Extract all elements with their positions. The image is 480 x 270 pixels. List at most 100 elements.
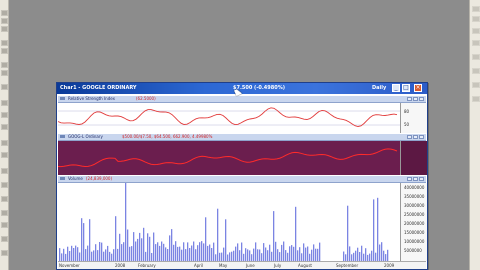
panel-maximize-icon[interactable] [413,135,418,139]
tool-icon[interactable] [1,10,8,16]
volume-bar [267,250,269,261]
volume-bar [207,245,209,261]
tool-icon[interactable] [1,84,8,90]
volume-panel-header: Volume (24,839,000) [58,176,426,183]
tool-icon[interactable] [472,16,480,22]
tool-icon[interactable] [1,18,8,24]
volume-bar [275,241,277,261]
collapse-icon[interactable] [60,177,65,180]
tool-icon[interactable] [1,182,8,188]
volume-bar [79,252,81,261]
tool-icon[interactable] [472,96,480,102]
panel-maximize-icon[interactable] [413,177,418,181]
volume-bar [71,245,73,261]
rsi-plot[interactable] [58,103,400,133]
volume-bar [189,248,191,261]
collapse-icon[interactable] [60,135,65,138]
tool-icon[interactable] [1,26,8,32]
volume-bar [379,244,381,261]
tool-icon[interactable] [1,210,8,216]
tool-icon[interactable] [472,6,480,12]
volume-bar [169,235,171,261]
volume-bar [117,248,119,261]
tool-icon[interactable] [1,48,8,54]
volume-bar [179,246,181,261]
volume-bar [159,245,161,261]
panel-close-icon[interactable] [419,135,424,139]
volume-bar [129,246,131,261]
volume-bar [103,251,105,261]
tool-icon[interactable] [1,236,8,242]
volume-bar [273,211,275,261]
tool-icon[interactable] [1,40,8,46]
tool-icon[interactable] [472,40,480,46]
tool-icon[interactable] [1,112,8,118]
volume-bar [149,236,151,261]
panel-minimize-icon[interactable] [407,97,412,101]
volume-bar [361,245,363,261]
date-label: November [59,263,80,268]
panel-close-icon[interactable] [419,97,424,101]
chart-titlebar[interactable]: Char1 - GOOGLE ORDINARY $7.500 (-0.4980%… [57,83,427,94]
date-label: 2008 [115,263,126,268]
panel-maximize-icon[interactable] [413,97,418,101]
tool-icon[interactable] [1,222,8,228]
collapse-icon[interactable] [60,97,65,100]
volume-bar [277,249,279,261]
tool-icon[interactable] [472,68,480,74]
volume-name: Volume [68,176,83,181]
volume-bar [143,227,145,261]
tool-icon[interactable] [1,140,8,146]
panel-minimize-icon[interactable] [407,135,412,139]
rsi-value: (62.5000) [136,96,156,101]
volume-bar [185,249,187,261]
volume-bar [353,252,355,261]
volume-axis-label: 25000000 [404,212,425,217]
tool-icon[interactable] [1,152,8,158]
tool-icon[interactable] [472,54,480,60]
price-plot[interactable] [58,141,400,175]
close-icon[interactable]: × [414,84,422,92]
minimize-icon[interactable]: _ [392,84,400,92]
date-label: June [246,263,255,268]
volume-bar [63,248,65,261]
volume-bar [299,247,301,261]
volume-bar [255,242,257,261]
volume-bar [113,249,115,261]
volume-bar [301,253,303,261]
volume-bar [237,243,239,261]
volume-value: (24,839,000) [86,176,113,181]
tool-icon[interactable] [1,100,8,106]
tool-icon[interactable] [1,250,8,256]
left-toolbar [0,0,9,270]
tool-icon[interactable] [1,62,8,68]
tool-icon[interactable] [1,196,8,202]
volume-bar [317,248,319,261]
volume-bar [161,241,163,261]
tool-icon[interactable] [1,70,8,76]
volume-bar [307,246,309,261]
volume-bar [85,249,87,261]
volume-bar [313,244,315,261]
volume-plot[interactable] [58,183,400,261]
rsi-axis-label: 50 [404,122,410,127]
tool-icon[interactable] [1,168,8,174]
volume-bar [249,250,251,261]
tool-icon[interactable] [472,82,480,88]
volume-bar [239,250,241,261]
period-label[interactable]: Daily [372,83,386,94]
volume-bar [107,245,109,261]
volume-bar [167,249,169,261]
volume-axis-label: 30000000 [404,203,425,208]
volume-bar [215,254,217,261]
maximize-icon[interactable]: □ [402,84,410,92]
volume-bar [89,219,91,261]
tool-icon[interactable] [1,124,8,130]
panel-close-icon[interactable] [419,177,424,181]
tool-icon[interactable] [472,28,480,34]
panel-minimize-icon[interactable] [407,177,412,181]
volume-bar [305,247,307,261]
volume-axis-label: 40000000 [404,185,425,190]
volume-axis-label: 10000000 [404,239,425,244]
volume-bar [69,251,71,261]
